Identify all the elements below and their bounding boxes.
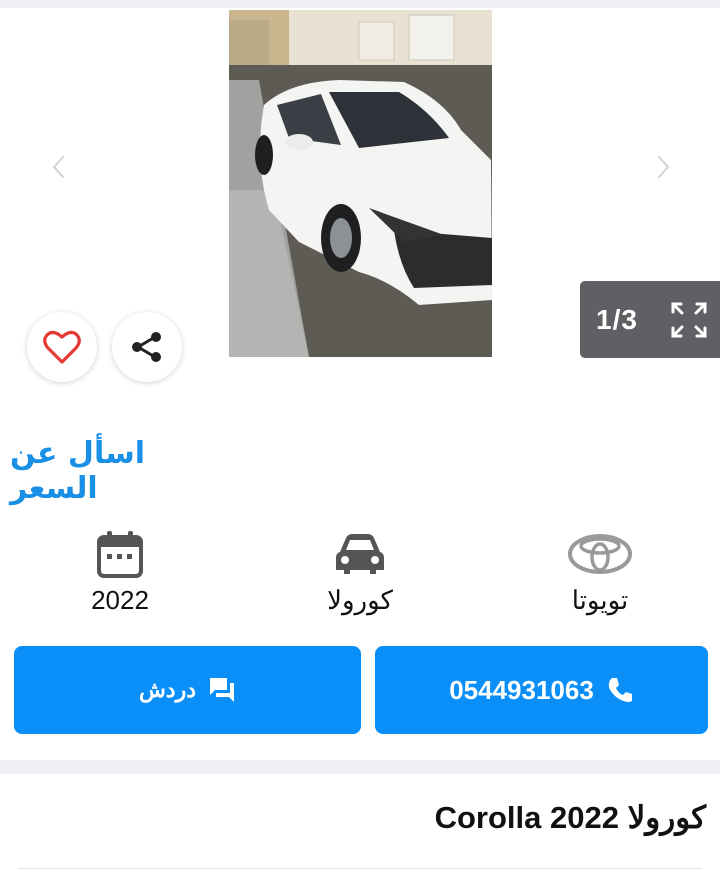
spec-make-value: تويوتا <box>571 585 629 615</box>
section-divider <box>0 760 720 774</box>
car-icon <box>336 534 384 574</box>
spec-year: 2022 <box>45 527 195 622</box>
share-button[interactable] <box>112 312 182 382</box>
phone-number: 0544931063 <box>449 674 594 705</box>
call-button[interactable]: 0544931063 <box>375 646 708 734</box>
car-photo[interactable] <box>229 10 492 357</box>
image-counter-text: 1/3 <box>596 303 638 335</box>
image-gallery[interactable]: 1/3 <box>0 8 720 360</box>
image-counter[interactable]: 1/3 <box>580 281 720 358</box>
listing-title: كورولا Corolla 2022 <box>434 800 706 835</box>
chat-icon <box>210 678 235 702</box>
spec-year-value: 2022 <box>91 585 149 615</box>
next-image-button[interactable] <box>646 150 680 184</box>
expand-icon[interactable] <box>670 301 708 339</box>
chat-button-label: دردش <box>138 677 197 702</box>
chat-button[interactable]: دردش <box>14 646 361 734</box>
prev-image-button[interactable] <box>42 150 76 184</box>
top-strip <box>0 0 720 8</box>
chevron-left-icon <box>51 154 66 180</box>
heart-icon <box>43 330 81 364</box>
calendar-icon <box>97 531 143 578</box>
phone-icon <box>608 678 632 702</box>
spec-make: تويوتا <box>525 527 675 622</box>
share-icon <box>132 332 161 362</box>
toyota-logo-icon <box>568 534 632 574</box>
spec-model: كورولا <box>285 527 435 622</box>
divider <box>18 868 702 869</box>
ask-price-link[interactable]: اسأل عن السعر <box>10 436 220 506</box>
favorite-button[interactable] <box>27 312 97 382</box>
spec-model-value: كورولا <box>327 585 393 615</box>
chevron-right-icon <box>656 154 671 180</box>
